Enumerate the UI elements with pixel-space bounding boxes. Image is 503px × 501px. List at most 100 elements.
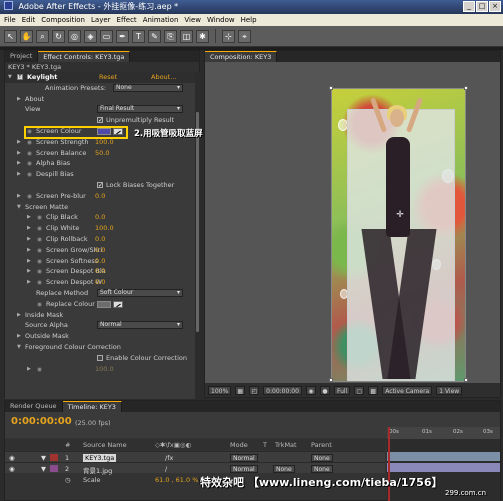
- clip-white-value[interactable]: 100.0: [95, 223, 114, 234]
- layer-duration-bar[interactable]: [387, 463, 500, 472]
- layer-parent-dropdown[interactable]: None: [311, 454, 333, 462]
- collapse-triangle-icon[interactable]: ▶: [27, 256, 31, 267]
- menu-layer[interactable]: Layer: [91, 14, 111, 26]
- layer-duration-bar[interactable]: [387, 452, 500, 461]
- menu-composition[interactable]: Composition: [41, 14, 85, 26]
- layer-label-color[interactable]: [50, 465, 58, 472]
- anchor-point-icon[interactable]: ✛: [396, 211, 404, 220]
- stopwatch-icon[interactable]: [27, 193, 32, 199]
- composition-viewer[interactable]: ✛: [205, 62, 500, 385]
- stopwatch-icon[interactable]: [37, 269, 42, 275]
- stopwatch-icon[interactable]: [37, 226, 42, 232]
- layer-mode-dropdown[interactable]: Normal: [230, 465, 258, 473]
- collapse-triangle-icon[interactable]: ▶: [17, 94, 21, 105]
- stopwatch-icon[interactable]: [37, 366, 42, 372]
- stopwatch-icon[interactable]: [27, 139, 32, 145]
- stopwatch-icon[interactable]: [27, 150, 32, 156]
- camera-dropdown[interactable]: Active Camera: [382, 385, 433, 395]
- collapse-triangle-icon[interactable]: ▶: [27, 234, 31, 245]
- expand-triangle-icon[interactable]: ▼: [17, 342, 21, 353]
- collapse-triangle-icon[interactable]: ▶: [27, 277, 31, 288]
- screen-balance-value[interactable]: 50.0: [95, 148, 109, 159]
- eraser-tool-icon[interactable]: ◫: [180, 29, 193, 43]
- enable-colour-correction-checkbox[interactable]: [97, 354, 103, 361]
- type-tool-icon[interactable]: T: [132, 29, 145, 43]
- screen-softness-value[interactable]: 0.0: [95, 256, 105, 267]
- eye-icon[interactable]: ◉: [9, 465, 15, 473]
- stopwatch-icon[interactable]: [27, 172, 32, 178]
- maximize-button[interactable]: □: [476, 1, 488, 12]
- collapse-triangle-icon[interactable]: ▶: [27, 212, 31, 223]
- expand-triangle-icon[interactable]: ▼: [8, 72, 12, 83]
- clone-stamp-tool-icon[interactable]: ⎘: [164, 29, 177, 43]
- resolution-dropdown[interactable]: Full: [333, 385, 351, 395]
- lock-biases-checkbox[interactable]: ✓: [97, 181, 103, 188]
- tab-timeline[interactable]: Timeline: KEY3: [62, 401, 122, 412]
- scrollbar-thumb[interactable]: [196, 112, 199, 332]
- scale-value[interactable]: 61.0 , 61.0 %: [155, 476, 198, 484]
- menu-view[interactable]: View: [184, 14, 201, 26]
- menu-window[interactable]: Window: [207, 14, 235, 26]
- screen-despot-white-value[interactable]: 0.0: [95, 277, 105, 288]
- timeline-timecode[interactable]: 0:00:00:00: [11, 416, 72, 427]
- channel-icon[interactable]: ●: [319, 385, 330, 395]
- layer-label-color[interactable]: [50, 454, 58, 461]
- stopwatch-icon[interactable]: [37, 215, 42, 221]
- tab-composition[interactable]: Composition: KEY3: [205, 50, 278, 63]
- magnification-dropdown[interactable]: 100%: [208, 385, 232, 395]
- switches-icon[interactable]: ◇✱\fx▣◎◐: [155, 441, 191, 449]
- rotate-tool-icon[interactable]: ↻: [52, 29, 65, 43]
- layer-handle[interactable]: [464, 378, 468, 382]
- about-link[interactable]: About...: [151, 72, 176, 83]
- stopwatch-icon[interactable]: [27, 161, 32, 167]
- replace-colour-swatch[interactable]: [97, 300, 111, 308]
- keylight-effect-header[interactable]: ▼ f Keylight Reset About...: [5, 72, 195, 83]
- quality-switch-icon[interactable]: /: [165, 465, 167, 473]
- inside-mask-group-row[interactable]: ▶ Inside Mask: [5, 310, 195, 321]
- layer-name[interactable]: KEY3.tga: [83, 454, 117, 462]
- table-row[interactable]: ◉ ▼ 2 背景1.jpg / Normal None None: [5, 462, 385, 475]
- layer-trkmat-dropdown[interactable]: None: [273, 465, 295, 473]
- collapse-triangle-icon[interactable]: ▶: [17, 331, 21, 342]
- region-of-interest-icon[interactable]: ▢: [354, 385, 365, 395]
- clip-black-value[interactable]: 0.0: [95, 212, 105, 223]
- collapse-triangle-icon[interactable]: ▶: [17, 158, 21, 169]
- source-alpha-dropdown[interactable]: Normal: [97, 321, 183, 330]
- stopwatch-icon[interactable]: [37, 247, 42, 253]
- composition-footage[interactable]: ✛: [331, 88, 466, 382]
- expand-triangle-icon[interactable]: ▼: [41, 454, 46, 462]
- animation-presets-dropdown[interactable]: None: [113, 83, 183, 92]
- pen-tool-icon[interactable]: ✒: [116, 29, 129, 43]
- colour-correction-value[interactable]: 100.0: [95, 364, 114, 375]
- effect-controls-scrollbar[interactable]: [195, 72, 200, 398]
- unpremultiply-checkbox[interactable]: ✓: [97, 117, 103, 124]
- layer-handle[interactable]: [329, 378, 333, 382]
- table-row[interactable]: ◉ ▼ 1 KEY3.tga /fx Normal None: [5, 451, 385, 462]
- outside-mask-group-row[interactable]: ▶ Outside Mask: [5, 331, 195, 342]
- view-dropdown[interactable]: Final Result: [97, 105, 183, 114]
- menu-edit[interactable]: Edit: [22, 14, 36, 26]
- pan-behind-tool-icon[interactable]: ◈: [84, 29, 97, 43]
- layer-parent-dropdown[interactable]: None: [311, 465, 333, 473]
- collapse-triangle-icon[interactable]: ▶: [27, 245, 31, 256]
- fx-switch-icon[interactable]: /fx: [165, 454, 173, 462]
- select-tool-icon[interactable]: ↖: [4, 29, 17, 43]
- brush-tool-icon[interactable]: ✎: [148, 29, 161, 43]
- eye-icon[interactable]: ◉: [9, 454, 15, 462]
- menu-file[interactable]: File: [4, 14, 16, 26]
- stopwatch-icon[interactable]: [37, 236, 42, 242]
- tab-render-queue[interactable]: Render Queue: [5, 401, 63, 412]
- reset-link[interactable]: Reset: [99, 72, 117, 83]
- eyedropper-icon[interactable]: [113, 300, 123, 308]
- close-button[interactable]: ×: [489, 1, 501, 12]
- axis-mode-icon[interactable]: ⊹: [222, 29, 235, 43]
- collapse-triangle-icon[interactable]: ▶: [17, 191, 21, 202]
- grid-icon[interactable]: ▦: [235, 385, 246, 395]
- tab-effect-controls[interactable]: Effect Controls: KEY3.tga: [38, 51, 131, 62]
- column-source-name[interactable]: Source Name: [83, 441, 127, 449]
- time-ruler[interactable]: 00s 01s 02s 03s: [387, 427, 500, 439]
- puppet-tool-icon[interactable]: ✱: [196, 29, 209, 43]
- zoom-tool-icon[interactable]: ⌕: [36, 29, 49, 43]
- rectangle-mask-tool-icon[interactable]: ▭: [100, 29, 113, 43]
- fx-toggle-icon[interactable]: f: [17, 74, 23, 80]
